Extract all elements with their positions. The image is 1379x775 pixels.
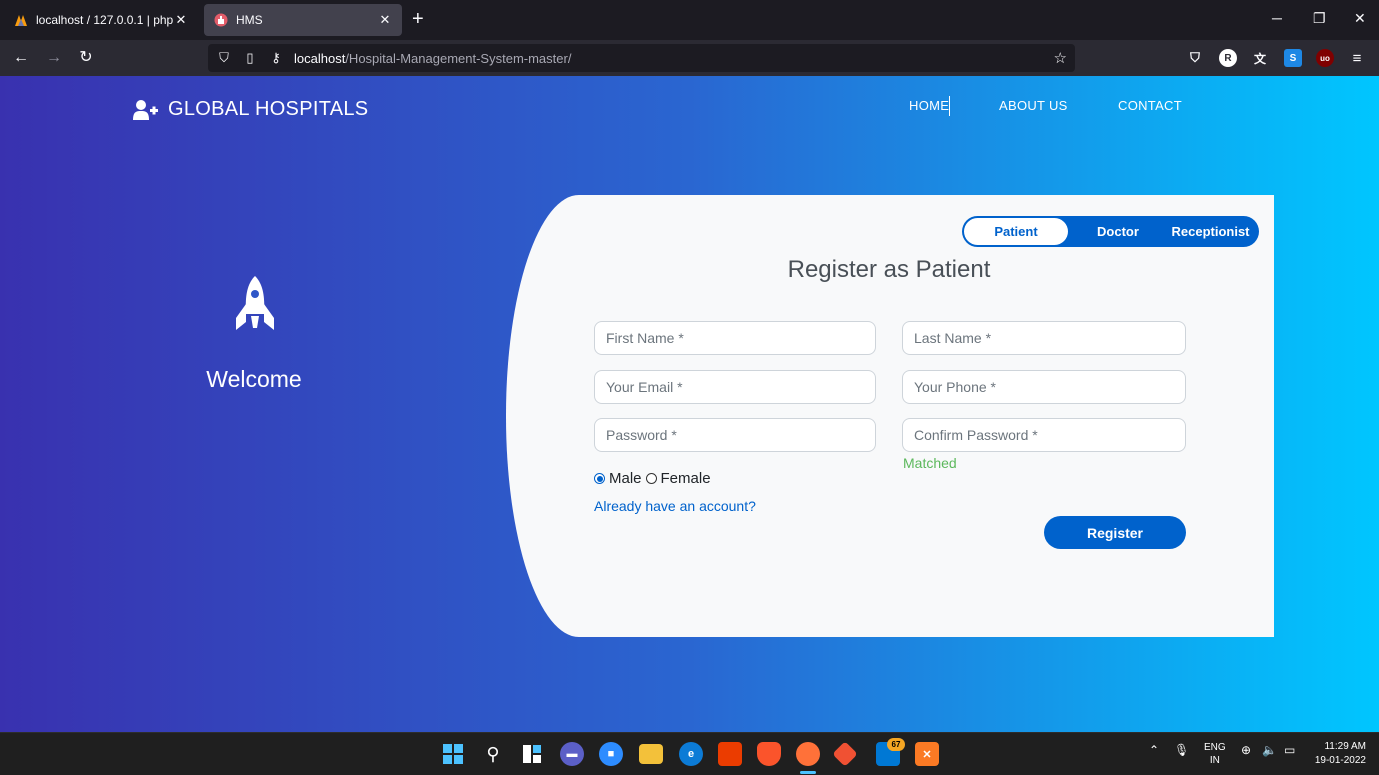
gender-radio-group: Male Female xyxy=(594,470,715,487)
male-radio[interactable] xyxy=(594,473,605,484)
volume-icon[interactable]: 🔈 xyxy=(1262,743,1277,757)
file-explorer-icon[interactable] xyxy=(639,744,663,764)
phpmyadmin-icon xyxy=(15,15,27,26)
restore-icon[interactable]: ❐ xyxy=(1313,10,1326,27)
brand-name: GLOBAL HOSPITALS xyxy=(168,98,369,120)
microphone-icon[interactable]: 🎙 xyxy=(1174,743,1189,757)
form-title: Register as Patient xyxy=(787,256,991,283)
chevron-up-icon[interactable]: ⌃ xyxy=(1149,743,1159,757)
password-field[interactable] xyxy=(594,418,876,452)
firefox-icon[interactable] xyxy=(796,742,820,766)
bookmark-star-icon[interactable]: ☆ xyxy=(1054,49,1067,67)
nav-home-link[interactable]: HOME xyxy=(909,98,949,113)
rocket-icon xyxy=(236,276,274,330)
windows-taskbar: ⚲ ▬ ■ e 67 ✕ ⌃ 🎙 ENG IN ⊕ 🔈 ▭ 11:29 AM 1… xyxy=(0,732,1379,775)
phone-field[interactable] xyxy=(902,370,1186,404)
page-content: GLOBAL HOSPITALS HOME ABOUT US CONTACT W… xyxy=(0,76,1379,732)
notification-badge: 67 xyxy=(887,738,905,751)
r-extension-icon[interactable]: R xyxy=(1219,49,1237,67)
tab-hms[interactable]: HMS ✕ xyxy=(204,4,402,36)
active-app-indicator xyxy=(800,771,816,774)
language-code: ENG xyxy=(1204,742,1226,753)
edge-icon[interactable]: e xyxy=(679,742,703,766)
nav-contact-link[interactable]: CONTACT xyxy=(1118,98,1182,113)
s-extension-icon[interactable]: S xyxy=(1284,49,1302,67)
tab-patient[interactable]: Patient xyxy=(964,218,1068,245)
tab-title: HMS xyxy=(236,13,263,27)
page-icon: ▯ xyxy=(246,50,254,65)
clock-time: 11:29 AM xyxy=(1324,741,1366,752)
system-clock[interactable]: 11:29 AM 19-01-2022 xyxy=(1310,740,1366,768)
new-tab-button[interactable]: + xyxy=(412,9,424,29)
close-tab-icon[interactable]: ✕ xyxy=(174,12,188,28)
minimize-icon[interactable]: ─ xyxy=(1272,10,1282,26)
confirm-password-field[interactable] xyxy=(902,418,1186,452)
nav-about-link[interactable]: ABOUT US xyxy=(999,98,1068,113)
git-icon[interactable] xyxy=(832,741,858,767)
last-name-field[interactable] xyxy=(902,321,1186,355)
widgets-icon[interactable] xyxy=(520,742,544,766)
xampp-icon[interactable]: ✕ xyxy=(915,742,939,766)
text-cursor xyxy=(949,96,950,116)
ublock-icon[interactable]: uo xyxy=(1316,49,1334,67)
menu-hamburger-icon[interactable]: ≡ xyxy=(1348,49,1366,67)
tab-doctor[interactable]: Doctor xyxy=(1080,216,1156,247)
register-button[interactable]: Register xyxy=(1044,516,1186,549)
male-label: Male xyxy=(609,470,642,487)
login-link[interactable]: Already have an account? xyxy=(594,498,756,514)
first-name-field[interactable] xyxy=(594,321,876,355)
close-tab-icon[interactable]: ✕ xyxy=(378,12,392,28)
search-icon[interactable]: ⚲ xyxy=(481,742,505,766)
back-icon[interactable]: ← xyxy=(11,48,31,68)
brand-logo[interactable]: GLOBAL HOSPITALS xyxy=(133,98,368,121)
pocket-icon[interactable]: ⛉ xyxy=(1186,49,1204,67)
role-toggle: Patient Doctor Receptionist xyxy=(962,216,1259,247)
browser-navigation-bar: ← → ↻ ⛉ ▯ ⚷ localhost/Hospital-Managemen… xyxy=(0,40,1379,76)
user-plus-icon xyxy=(133,99,158,120)
tab-phpmyadmin[interactable]: localhost / 127.0.0.1 | phpMyAdmin ✕ xyxy=(4,4,198,36)
tab-receptionist[interactable]: Receptionist xyxy=(1162,216,1259,247)
register-card: Patient Doctor Receptionist Register as … xyxy=(506,195,1274,637)
language-indicator[interactable]: ENG IN xyxy=(1204,741,1226,767)
url-host: localhost xyxy=(294,50,346,66)
hospital-icon xyxy=(214,13,228,27)
email-field[interactable] xyxy=(594,370,876,404)
battery-icon[interactable]: ▭ xyxy=(1284,743,1295,757)
password-match-status: Matched xyxy=(903,455,957,471)
url-path: /Hospital-Management-System-master/ xyxy=(345,50,572,66)
windows-start-icon[interactable] xyxy=(441,742,465,766)
reload-icon[interactable]: ↻ xyxy=(76,48,96,68)
brave-icon[interactable] xyxy=(757,742,781,766)
tab-title: localhost / 127.0.0.1 | phpMyAdmin xyxy=(36,13,174,27)
address-bar[interactable]: ⛉ ▯ ⚷ localhost/Hospital-Management-Syst… xyxy=(208,44,1075,72)
female-radio[interactable] xyxy=(645,473,657,484)
close-window-icon[interactable]: ✕ xyxy=(1354,10,1366,27)
browser-tab-strip: localhost / 127.0.0.1 | phpMyAdmin ✕ HMS… xyxy=(0,0,1379,40)
network-icon[interactable]: ⊕ xyxy=(1241,743,1251,757)
shield-icon[interactable]: ⛉ xyxy=(216,50,232,66)
welcome-text: Welcome xyxy=(206,366,302,392)
key-icon[interactable]: ⚷ xyxy=(268,50,284,66)
office-icon[interactable] xyxy=(718,742,742,766)
teams-chat-icon[interactable]: ▬ xyxy=(560,742,584,766)
clock-date: 19-01-2022 xyxy=(1314,755,1366,766)
female-label: Female xyxy=(660,470,711,487)
translate-icon[interactable]: 文 xyxy=(1251,49,1269,67)
region-code: IN xyxy=(1209,755,1220,766)
zoom-icon[interactable]: ■ xyxy=(599,742,623,766)
forward-icon[interactable]: → xyxy=(44,48,64,68)
